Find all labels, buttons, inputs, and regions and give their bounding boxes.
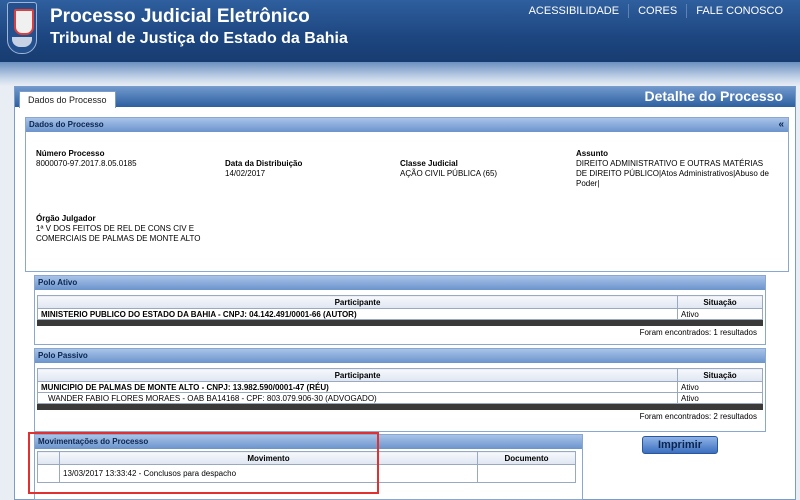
assunto-field: Assunto DIREITO ADMINISTRATIVO E OUTRAS … xyxy=(576,149,772,189)
polo-ativo-header: Polo Ativo xyxy=(35,276,765,290)
polo-ativo-section: Polo Ativo Participante Situação MINISTE… xyxy=(34,275,766,345)
dados-section-header: Dados do Processo « xyxy=(26,118,788,132)
documento-cell xyxy=(477,464,576,483)
assunto-label: Assunto xyxy=(576,149,608,158)
orgao-julgador-label: Órgão Julgador xyxy=(36,214,96,223)
participante-cell: MINISTERIO PUBLICO DO ESTADO DA BAHIA - … xyxy=(37,308,678,320)
orgao-julgador-field: Órgão Julgador 1ª V DOS FEITOS DE REL DE… xyxy=(36,214,206,244)
nav-fale-conosco[interactable]: FALE CONOSCO xyxy=(686,4,792,18)
collapse-icon[interactable]: « xyxy=(778,118,784,132)
classe-judicial-label: Classe Judicial xyxy=(400,159,458,168)
participante-cell: MUNICIPIO DE PALMAS DE MONTE ALTO - CNPJ… xyxy=(37,381,678,393)
court-crest-icon xyxy=(7,2,37,54)
polo-ativo-count: Foram encontrados: 1 resultados xyxy=(639,328,757,337)
column-header-participante: Participante xyxy=(37,368,678,382)
print-button[interactable]: Imprimir xyxy=(642,436,718,454)
header-gradient-band xyxy=(0,62,800,86)
table-footer-bar xyxy=(37,403,763,410)
orgao-julgador-value: 1ª V DOS FEITOS DE REL DE CONS CIV E COM… xyxy=(36,224,201,243)
situacao-cell: Ativo xyxy=(677,392,763,404)
column-header-documento: Documento xyxy=(477,451,576,465)
participante-cell: WANDER FABIO FLORES MORAES - OAB BA14168… xyxy=(37,392,678,404)
dados-section-title: Dados do Processo xyxy=(29,120,104,129)
app-header: Processo Judicial Eletrônico Tribunal de… xyxy=(0,0,800,62)
app-title: Processo Judicial Eletrônico xyxy=(50,6,310,27)
polo-ativo-table: Participante Situação MINISTERIO PUBLICO… xyxy=(37,295,763,326)
classe-judicial-value: AÇÃO CIVIL PÚBLICA (65) xyxy=(400,169,498,178)
panel-title-bar: Dados do Processo Detalhe do Processo xyxy=(15,87,795,108)
table-row: MUNICIPIO DE PALMAS DE MONTE ALTO - CNPJ… xyxy=(37,381,763,393)
highlight-outline xyxy=(28,432,379,494)
polo-passivo-table: Participante Situação MUNICIPIO DE PALMA… xyxy=(37,368,763,410)
table-row: WANDER FABIO FLORES MORAES - OAB BA14168… xyxy=(37,392,763,404)
nav-acessibilidade[interactable]: ACESSIBILIDADE xyxy=(520,4,628,18)
table-footer-bar xyxy=(37,319,763,326)
situacao-cell: Ativo xyxy=(677,308,763,320)
classe-judicial-field: Classe Judicial AÇÃO CIVIL PÚBLICA (65) xyxy=(400,159,570,179)
polo-passivo-section: Polo Passivo Participante Situação MUNIC… xyxy=(34,348,766,432)
dados-section: Dados do Processo « Número Processo 8000… xyxy=(25,117,789,272)
data-distribuicao-field: Data da Distribuição 14/02/2017 xyxy=(225,159,385,179)
column-header-situacao: Situação xyxy=(677,368,763,382)
nav-cores[interactable]: CORES xyxy=(628,4,686,18)
column-header-participante: Participante xyxy=(37,295,678,309)
numero-processo-label: Número Processo xyxy=(36,149,105,158)
situacao-cell: Ativo xyxy=(677,381,763,393)
top-navigation: ACESSIBILIDADE CORES FALE CONOSCO xyxy=(520,4,792,18)
data-distribuicao-label: Data da Distribuição xyxy=(225,159,303,168)
table-row: MINISTERIO PUBLICO DO ESTADO DA BAHIA - … xyxy=(37,308,763,320)
app-subtitle: Tribunal de Justiça do Estado da Bahia xyxy=(50,30,348,47)
panel-title: Detalhe do Processo xyxy=(644,88,784,104)
numero-processo-value: 8000070-97.2017.8.05.0185 xyxy=(36,159,137,168)
assunto-value: DIREITO ADMINISTRATIVO E OUTRAS MATÉRIAS… xyxy=(576,159,769,188)
polo-passivo-header: Polo Passivo xyxy=(35,349,765,363)
tab-dados-do-processo[interactable]: Dados do Processo xyxy=(19,91,116,108)
column-header-situacao: Situação xyxy=(677,295,763,309)
data-distribuicao-value: 14/02/2017 xyxy=(225,169,266,178)
numero-processo-field: Número Processo 8000070-97.2017.8.05.018… xyxy=(36,149,216,169)
polo-passivo-count: Foram encontrados: 2 resultados xyxy=(639,412,757,421)
